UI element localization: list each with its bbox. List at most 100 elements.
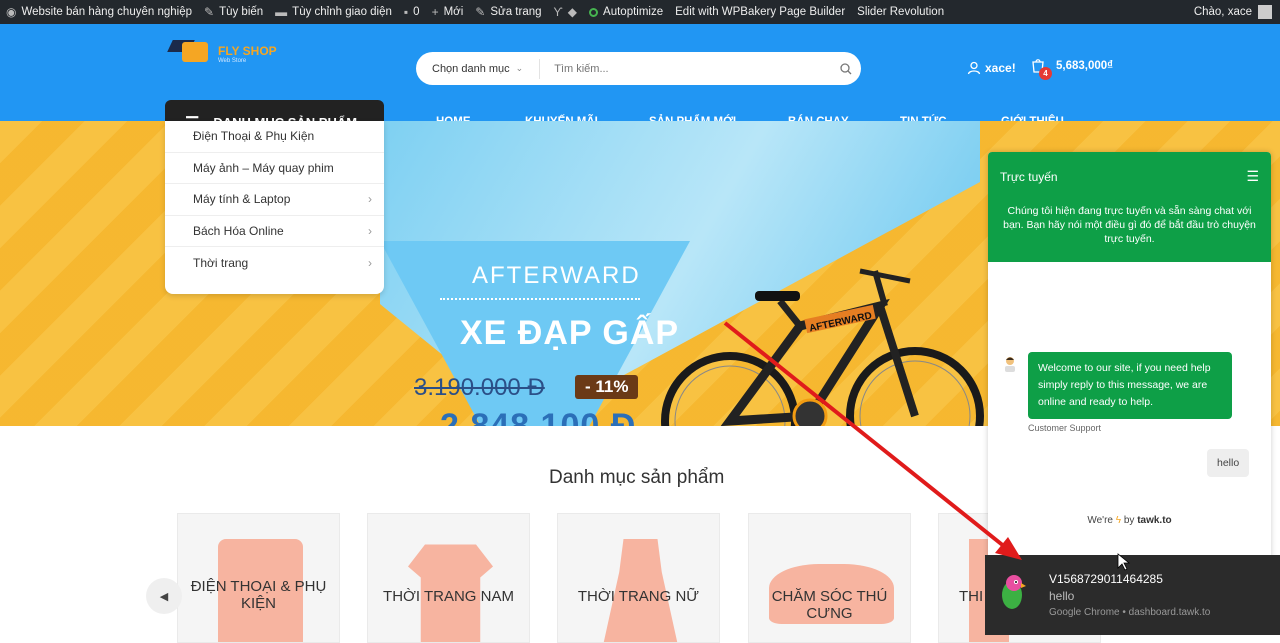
search-category-select[interactable]: Chọn danh mục ⌄: [416, 58, 541, 79]
notification-message: hello: [1049, 589, 1075, 603]
notification-source: Google Chrome • dashboard.tawk.to: [1049, 607, 1211, 618]
chat-footer-by: by: [1123, 515, 1135, 526]
search-bar: Chọn danh mục ⌄: [416, 52, 861, 85]
cart-link[interactable]: 4 5,683,000₫: [1030, 58, 1114, 80]
admin-site-link[interactable]: ◉ Website bán hàng chuyên nghiệp: [0, 0, 198, 24]
admin-new-link[interactable]: + Mới: [426, 0, 470, 24]
admin-autoptimize-link[interactable]: Autoptimize: [583, 0, 669, 24]
pencil-icon: ✎: [475, 5, 486, 19]
admin-customize-link[interactable]: ✎ Tùy biến: [198, 0, 269, 24]
admin-autoptimize-label: Autoptimize: [603, 6, 664, 18]
menu-icon[interactable]: ☰: [1246, 168, 1259, 185]
agent-message: Welcome to our site, if you need help si…: [1028, 352, 1232, 419]
yoast-icon: Ƴ: [553, 5, 563, 19]
tawk-brand-link[interactable]: tawk.to: [1137, 515, 1171, 526]
category-dropdown: Điện Thoại & Phụ Kiện Máy ảnh – Máy quay…: [165, 121, 384, 294]
desktop-notification[interactable]: V1568729011464285 hello Google Chrome • …: [985, 555, 1280, 635]
admin-greeting: Chào, xace: [1193, 6, 1252, 18]
banner-old-price: 3.190.000 Đ: [414, 374, 545, 401]
avatar: [1258, 5, 1272, 19]
category-card-women[interactable]: THỜI TRANG NỮ: [557, 513, 720, 643]
status-dot-icon: [589, 7, 599, 17]
bicycle-image: AFTERWARD: [661, 268, 984, 426]
category-item-computers[interactable]: Máy tính & Laptop ›: [165, 184, 384, 216]
admin-slider-label: Slider Revolution: [857, 6, 945, 18]
category-card-label: THỜI TRANG NỮ: [577, 588, 700, 605]
banner-divider: [440, 298, 640, 300]
category-item-label: Máy ảnh – Máy quay phim: [193, 160, 334, 175]
category-item-phones[interactable]: Điện Thoại & Phụ Kiện: [165, 121, 384, 153]
banner-discount-badge: - 11%: [575, 375, 639, 399]
notification-title: V1568729011464285: [1049, 572, 1163, 586]
chat-title: Trực tuyến: [1000, 170, 1058, 184]
chat-widget: Trực tuyến ☰ Chúng tôi hiện đang trực tu…: [988, 152, 1271, 562]
admin-customize-label: Tùy biến: [219, 6, 264, 18]
admin-bar: ◉ Website bán hàng chuyên nghiệp ✎ Tùy biế…: [0, 0, 1280, 24]
parrot-icon: [1002, 575, 1026, 609]
category-card-label: THỜI TRANG NAM: [383, 588, 514, 605]
category-card-label: ĐIỆN THOẠI & PHỤ KIỆN: [190, 578, 327, 612]
comment-icon: ▪: [403, 5, 409, 19]
chevron-right-icon: ›: [368, 192, 372, 207]
folder-icon: ▬: [275, 5, 288, 19]
admin-slider-link[interactable]: Slider Revolution: [851, 0, 950, 24]
wordpress-icon: ◉: [6, 5, 17, 19]
agent-avatar-icon: [1005, 357, 1015, 372]
category-item-grocery[interactable]: Bách Hóa Online ›: [165, 216, 384, 247]
category-item-cameras[interactable]: Máy ảnh – Máy quay phim: [165, 153, 384, 184]
lightning-icon: ϟ: [1115, 515, 1122, 526]
admin-wpbakery-link[interactable]: Edit with WPBakery Page Builder: [669, 0, 851, 24]
account-username: xace!: [985, 61, 1016, 75]
category-item-label: Thời trang: [193, 255, 249, 270]
search-category-label: Chọn danh mục: [432, 62, 510, 75]
chevron-right-icon: ›: [368, 255, 372, 270]
category-item-fashion[interactable]: Thời trang ›: [165, 247, 384, 279]
admin-wpbakery-label: Edit with WPBakery Page Builder: [675, 6, 846, 18]
section-title: Danh mục sản phẩm: [549, 467, 725, 488]
admin-site-label: Website bán hàng chuyên nghiệp: [21, 6, 192, 18]
category-item-label: Bách Hóa Online: [193, 223, 284, 238]
admin-theme-label: Tùy chỉnh giao diện: [292, 6, 392, 18]
admin-new-label: Mới: [443, 6, 464, 18]
brush-icon: ✎: [204, 5, 215, 19]
admin-edit-link[interactable]: ✎ Sửa trang: [469, 0, 547, 24]
admin-yoast-link[interactable]: Ƴ ◆: [548, 0, 584, 24]
user-icon: [967, 61, 981, 75]
cart-count-badge: 4: [1039, 67, 1052, 80]
cart-total: 5,683,000₫: [1056, 60, 1114, 72]
category-card-phones[interactable]: ĐIỆN THOẠI & PHỤ KIỆN: [177, 513, 340, 643]
category-item-label: Điện Thoại & Phụ Kiện: [193, 129, 315, 144]
category-card-pets[interactable]: CHĂM SÓC THÚ CƯNG: [748, 513, 911, 643]
logo-mark-icon: [167, 36, 214, 66]
shield-icon: ◆: [567, 5, 578, 19]
category-card-men[interactable]: THỜI TRANG NAM: [367, 513, 530, 643]
admin-account-menu[interactable]: Chào, xace: [1194, 0, 1272, 24]
agent-name: Customer Support: [1028, 423, 1102, 433]
logo-text: FLY SHOP: [218, 44, 277, 58]
plus-icon: +: [431, 5, 439, 19]
banner-new-price: 2.848.100 Đ: [440, 407, 637, 426]
banner-title: XE ĐẠP GẤP: [460, 314, 680, 352]
search-icon: [840, 62, 852, 74]
search-button[interactable]: [831, 62, 861, 75]
chat-footer-prefix: We're: [1087, 515, 1113, 526]
site-logo[interactable]: FLY SHOP Web Store: [167, 36, 277, 66]
admin-theme-link[interactable]: ▬ Tùy chỉnh giao diện: [269, 0, 398, 24]
admin-comments-count: 0: [413, 6, 420, 18]
user-message: hello: [1207, 449, 1250, 477]
account-link[interactable]: xace!: [967, 61, 1016, 75]
chevron-right-icon: ›: [368, 223, 372, 238]
chat-footer: We're ϟ by tawk.to: [988, 515, 1271, 526]
category-card-label: CHĂM SÓC THÚ CƯNG: [771, 588, 888, 622]
banner-brand: AFTERWARD: [472, 262, 641, 289]
admin-comments-link[interactable]: ▪ 0: [398, 0, 426, 24]
admin-edit-label: Sửa trang: [490, 6, 542, 18]
chevron-down-icon: ⌄: [515, 63, 524, 73]
search-input[interactable]: [540, 62, 831, 75]
carousel-prev-button[interactable]: ◀: [146, 578, 182, 614]
caret-left-icon: ◀: [159, 590, 169, 603]
site-header: FLY SHOP Web Store Chọn danh mục ⌄ xace!…: [0, 24, 1280, 145]
category-item-label: Máy tính & Laptop: [193, 192, 291, 207]
chat-description: Chúng tôi hiện đang trực tuyến và sẵn sà…: [1003, 205, 1256, 245]
logo-subtitle: Web Store: [218, 58, 247, 64]
